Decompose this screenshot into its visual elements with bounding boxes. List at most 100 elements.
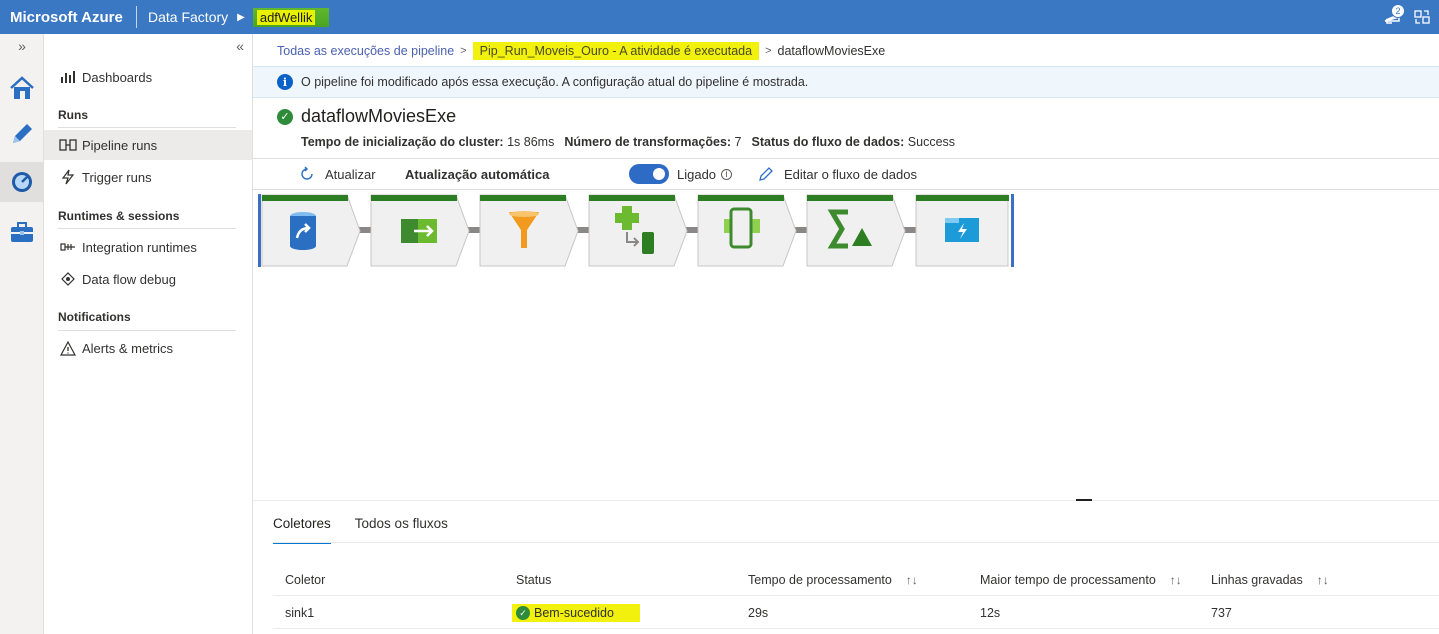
toolbar: Atualizar Atualização automática Ligado … [253, 158, 1439, 190]
cluster-value: 1s 86ms [507, 135, 555, 149]
run-header: ✓ dataflowMoviesExe [277, 106, 456, 127]
source-icon [290, 212, 316, 250]
cell-maior-tempo: 12s [980, 606, 1001, 620]
column-header-status[interactable]: Status [516, 564, 551, 596]
sink-icon [945, 218, 979, 242]
breadcrumb: Todas as execuções de pipeline > Pip_Run… [277, 40, 885, 62]
node-derived[interactable] [588, 194, 688, 267]
edit-dataflow-button[interactable]: Editar o fluxo de dados [758, 159, 917, 189]
node-aggregate[interactable] [806, 194, 906, 267]
header-label: Tempo de processamento [748, 573, 892, 587]
pipeline-icon [56, 138, 80, 152]
column-header-coletor[interactable]: Coletor [285, 564, 325, 596]
main-content: Todas as execuções de pipeline > Pip_Run… [253, 34, 1439, 634]
nav-item-trigger-runs[interactable]: Trigger runs [56, 162, 252, 192]
toolbox-icon [11, 222, 33, 242]
nav-item-dashboards[interactable]: Dashboards [56, 62, 252, 92]
lightning-icon [56, 169, 80, 185]
run-meta: Tempo de inicialização do cluster: 1s 86… [301, 135, 955, 149]
sort-icon[interactable]: ↑↓ [906, 573, 918, 587]
status-value: Success [907, 135, 956, 149]
info-message: O pipeline foi modificado após essa exec… [301, 75, 809, 89]
table-header: Coletor Status Tempo de processamento ↑↓ … [273, 564, 1439, 596]
tab-todos-os-fluxos[interactable]: Todos os fluxos [355, 514, 448, 544]
success-icon: ✓ [277, 108, 293, 125]
brand-title[interactable]: Microsoft Azure [0, 9, 136, 26]
dataflow-canvas [258, 194, 1014, 267]
manage-button[interactable] [0, 212, 44, 252]
nav-label: Pipeline runs [82, 137, 158, 153]
select-icon [401, 219, 437, 243]
nav-item-pipeline-runs[interactable]: Pipeline runs [44, 130, 252, 160]
nav-item-alerts-metrics[interactable]: Alerts & metrics [56, 333, 252, 363]
auto-refresh-toggle[interactable]: Ligado i [629, 159, 733, 189]
nav-item-integration-runtimes[interactable]: Integration runtimes [56, 232, 252, 262]
product-name[interactable]: Data Factory [148, 9, 228, 25]
divider [136, 6, 137, 28]
bar-chart-icon [56, 70, 80, 84]
feedback-button[interactable] [1409, 4, 1435, 30]
cell-coletor[interactable]: sink1 [285, 597, 314, 629]
cell-tempo: 29s [748, 606, 769, 620]
home-button[interactable] [0, 68, 44, 108]
breadcrumb-current: dataflowMoviesExe [777, 44, 886, 58]
divider [58, 228, 236, 229]
info-icon: i [277, 74, 293, 90]
debug-icon [56, 271, 80, 287]
refresh-icon [301, 166, 313, 180]
column-header-linhas[interactable]: Linhas gravadas ↑↓ [1211, 564, 1329, 596]
notifications-button[interactable]: 2 [1379, 4, 1405, 30]
toggle-label: Ligado [677, 166, 717, 182]
refresh-button[interactable]: Atualizar [299, 159, 376, 189]
pencil-icon [13, 124, 32, 143]
nav-item-data-flow-debug[interactable]: Data flow debug [56, 264, 252, 294]
top-bar: Microsoft Azure Data Factory ▶ adfWellik… [0, 0, 1439, 34]
info-icon: i [721, 168, 733, 180]
pencil-icon [759, 167, 773, 181]
expand-icon[interactable]: » [0, 38, 44, 54]
node-select[interactable] [370, 194, 470, 267]
toggle-switch[interactable] [629, 164, 669, 184]
table-row[interactable]: sink1 ✓ Bem-sucedido 29s 12s 737 [273, 597, 1439, 629]
column-header-tempo[interactable]: Tempo de processamento ↑↓ [748, 564, 918, 596]
nav-label: Alerts & metrics [82, 340, 174, 356]
tab-coletores[interactable]: Coletores [273, 514, 331, 544]
node-source[interactable] [261, 194, 361, 267]
gauge-icon [12, 172, 32, 192]
edit-label: Editar o fluxo de dados [784, 166, 917, 182]
nav-label: Trigger runs [82, 169, 152, 185]
divider [253, 500, 1439, 501]
notification-count-badge: 2 [1391, 4, 1405, 18]
transforms-value: 7 [734, 135, 742, 149]
resize-handle[interactable] [1076, 499, 1092, 501]
sort-icon[interactable]: ↑↓ [1170, 573, 1182, 587]
author-button[interactable] [0, 114, 44, 154]
success-icon: ✓ [516, 606, 530, 620]
switch-directory-icon [1414, 10, 1430, 24]
factory-name-badge[interactable]: adfWellik [252, 7, 330, 27]
monitor-button[interactable] [0, 162, 44, 202]
column-header-maior-tempo[interactable]: Maior tempo de processamento ↑↓ [980, 564, 1182, 596]
nav-label: Integration runtimes [82, 239, 197, 255]
auto-refresh-label: Atualização automática [405, 166, 550, 182]
divider [273, 542, 1439, 543]
breadcrumb-pipeline[interactable]: Pip_Run_Moveis_Ouro - A atividade é exec… [472, 42, 760, 60]
chevron-right-icon: ▶ [237, 11, 245, 23]
icon-rail: » [0, 34, 44, 634]
cell-linhas: 737 [1211, 606, 1232, 620]
node-alter[interactable] [697, 194, 797, 267]
divider [58, 127, 236, 128]
warning-icon [56, 340, 80, 356]
dataflow-graph [261, 194, 1009, 267]
divider [58, 330, 236, 331]
header-label: Maior tempo de processamento [980, 573, 1156, 587]
section-runs: Runs [58, 108, 88, 122]
breadcrumb-all-runs[interactable]: Todas as execuções de pipeline [277, 44, 454, 58]
collapse-icon[interactable]: « [236, 38, 244, 54]
status-badge: ✓ Bem-sucedido [512, 604, 640, 622]
node-sink[interactable] [915, 194, 1009, 267]
sort-icon[interactable]: ↑↓ [1317, 573, 1329, 587]
node-filter[interactable] [479, 194, 579, 267]
chevron-right-icon: > [460, 45, 467, 57]
section-runtimes: Runtimes & sessions [58, 209, 180, 223]
